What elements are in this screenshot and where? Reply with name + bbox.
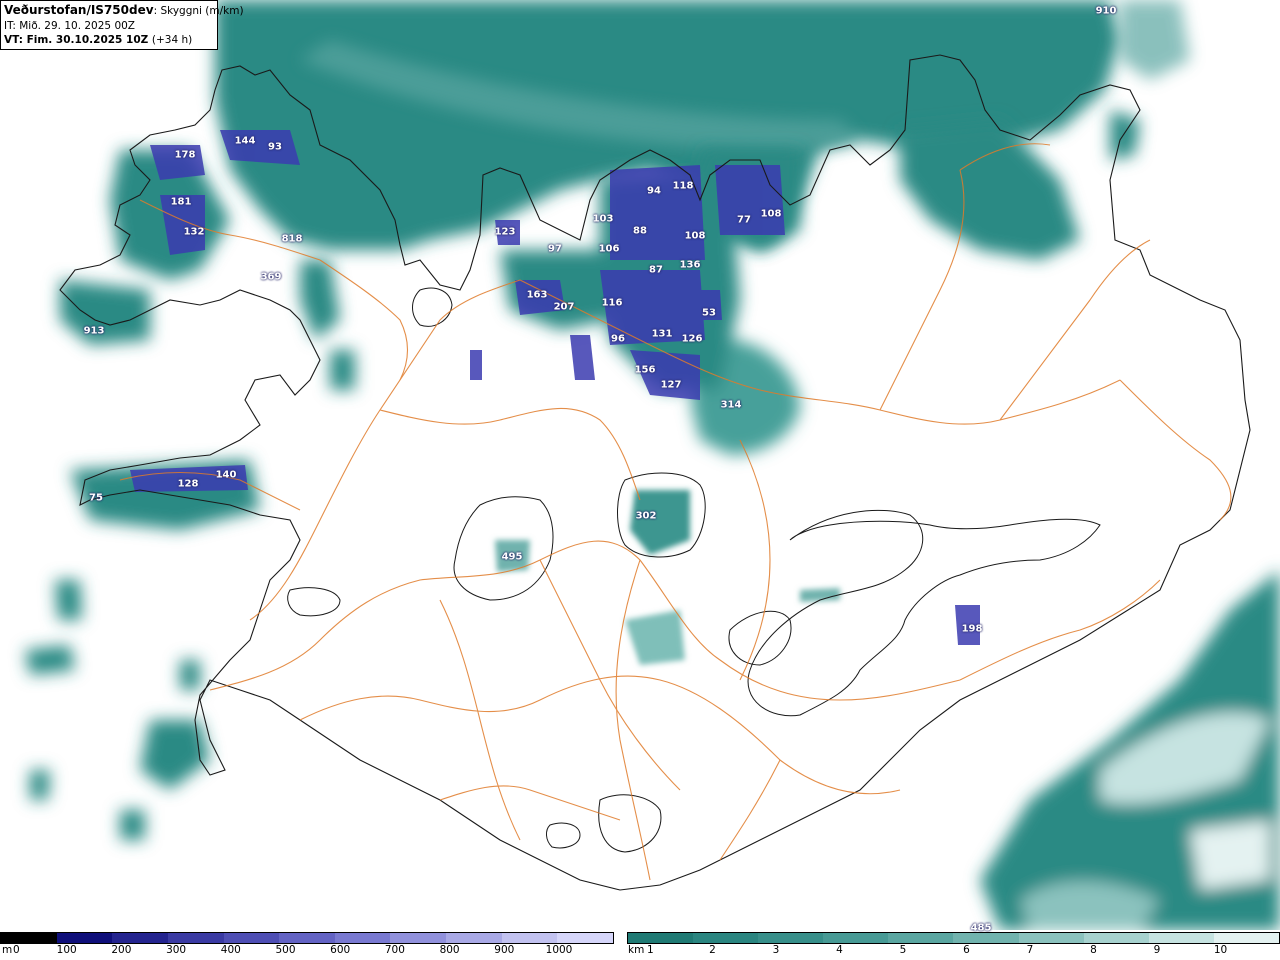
visibility-label: 128 (177, 478, 199, 490)
legend-swatch (1083, 933, 1149, 943)
visibility-label: 163 (526, 289, 548, 301)
visibility-label: 108 (760, 208, 782, 220)
legend-km-ticks: 2 3 4 5 6 7 8 9 10 (627, 944, 1280, 958)
visibility-label: 108 (684, 230, 706, 242)
legend-swatch (112, 933, 168, 943)
info-header: Veðurstofan/IS750dev: Skyggni (m/km) IT:… (0, 0, 244, 50)
visibility-label: 302 (635, 510, 657, 522)
header-it-line: IT: Mið. 29. 10. 2025 00Z (4, 20, 135, 32)
legend-swatch (334, 933, 391, 943)
legend-swatch (628, 933, 694, 943)
legend-swatch (758, 933, 824, 943)
legend-swatch (888, 933, 954, 943)
visibility-label: 198 (961, 623, 983, 635)
visibility-label: 116 (601, 297, 623, 309)
visibility-label: 97 (548, 243, 562, 255)
legend-tick: 4 (836, 944, 843, 956)
legend-kilometers: km 1 2 3 4 5 6 7 8 9 10 (627, 932, 1280, 958)
visibility-label: 314 (720, 399, 742, 411)
visibility-label: 131 (651, 328, 673, 340)
legend-swatch (446, 933, 502, 943)
visibility-label: 103 (592, 213, 614, 225)
legend-tick: 200 (111, 944, 132, 956)
legend-tick: 500 (275, 944, 296, 956)
legend-tick: 10 (1213, 944, 1228, 956)
header-vt-date: Fim. 30.10.2025 10Z (26, 34, 149, 46)
legend-tick: 1000 (545, 944, 573, 956)
visibility-label: 369 (260, 271, 282, 283)
visibility-label: 140 (215, 469, 237, 481)
visibility-label: 207 (553, 301, 575, 313)
visibility-label: 910 (1095, 5, 1117, 17)
legend-tick: 700 (384, 944, 405, 956)
visibility-label: 106 (598, 243, 620, 255)
visibility-map (0, 0, 1280, 930)
legend-tick: 100 (56, 944, 77, 956)
visibility-label: 93 (268, 141, 282, 153)
legend-tick: 7 (1026, 944, 1034, 956)
legend-swatch (56, 933, 113, 943)
visibility-label: 495 (501, 551, 523, 563)
legend-tick: 8 (1090, 944, 1097, 956)
legend-meters-ticks: 100 200 300 400 500 600 700 800 900 1000 (0, 944, 614, 958)
visibility-label: 181 (170, 196, 192, 208)
visibility-label: 75 (89, 492, 103, 504)
visibility-label: 77 (737, 214, 751, 226)
header-vt-offset: (+34 h) (151, 34, 193, 46)
legend-swatch (1213, 933, 1279, 943)
header-subtitle: Skyggni (m/km) (160, 5, 244, 17)
visibility-label: 123 (494, 226, 516, 238)
legend-swatch (823, 933, 889, 943)
legend-tick: 800 (439, 944, 460, 956)
header-vt-lead: VT: (4, 34, 23, 46)
legend-swatch (167, 933, 224, 943)
legend-tick: 2 (709, 944, 716, 956)
legend-swatch (501, 933, 558, 943)
legend-swatch (1148, 933, 1214, 943)
visibility-label: 178 (174, 149, 196, 161)
legend-meters-swatches (0, 932, 614, 944)
legend-swatch (693, 933, 759, 943)
legend-swatch (279, 933, 335, 943)
visibility-label: 87 (649, 264, 663, 276)
visibility-label: 136 (679, 259, 701, 271)
legend-tick: 6 (963, 944, 970, 956)
visibility-label: 118 (672, 180, 694, 192)
legend-tick: 3 (772, 944, 780, 956)
legend-tick: 9 (1153, 944, 1161, 956)
visibility-label: 53 (702, 307, 716, 319)
visibility-label: 132 (183, 226, 205, 238)
visibility-label: 913 (83, 325, 105, 337)
visibility-label: 88 (633, 225, 647, 237)
header-title: Veðurstofan/IS750dev (4, 3, 154, 17)
legend-swatch (390, 933, 447, 943)
visibility-label: 485 (970, 922, 992, 934)
visibility-label: 126 (681, 333, 703, 345)
legend-swatch (953, 933, 1019, 943)
legend-swatch (1018, 933, 1084, 943)
legend-km-swatches (627, 932, 1280, 944)
visibility-label: 127 (660, 379, 682, 391)
visibility-label: 818 (281, 233, 303, 245)
header-title-line: Veðurstofan/IS750dev: Skyggni (m/km) (4, 3, 244, 17)
legend-meters: m 0 100 200 300 400 500 600 700 800 900 1000 (0, 932, 614, 958)
legend-tick: 300 (166, 944, 187, 956)
legend-tick: 900 (494, 944, 515, 956)
legend-swatch (223, 933, 280, 943)
visibility-label: 144 (234, 135, 256, 147)
visibility-label: 96 (611, 333, 625, 345)
legend-swatch (557, 933, 614, 943)
header-vt-line: VT: Fim. 30.10.2025 10Z (+34 h) (4, 33, 214, 47)
legend-tick: 400 (220, 944, 241, 956)
legend-tick: 5 (899, 944, 907, 956)
legend-swatch (1, 933, 57, 943)
visibility-label: 156 (634, 364, 656, 376)
visibility-label: 94 (647, 185, 661, 197)
legend-tick: 600 (330, 944, 351, 956)
